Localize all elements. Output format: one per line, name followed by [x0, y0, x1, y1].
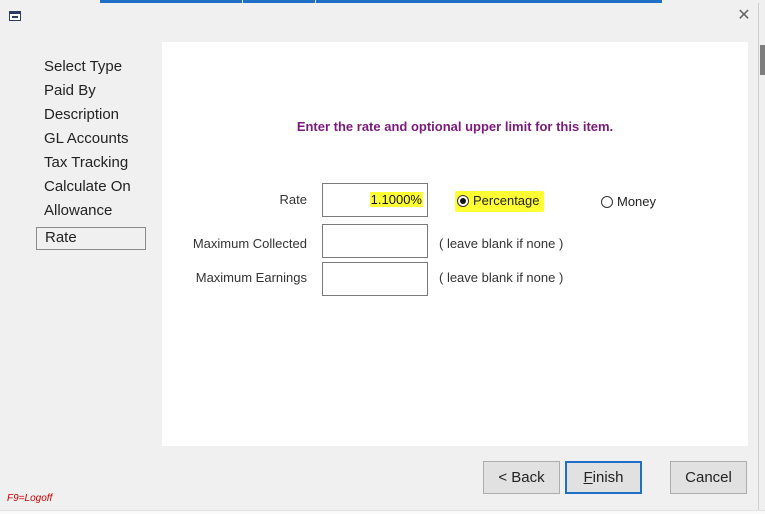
finish-mnemonic: F — [583, 469, 593, 486]
step-select-type: Select Type — [44, 58, 123, 75]
step-paid-by: Paid By — [44, 82, 96, 99]
step-tax-tracking: Tax Tracking — [44, 154, 129, 171]
cancel-button[interactable]: Cancel — [670, 461, 747, 494]
step-calculate-on: Calculate On — [44, 178, 131, 195]
step-description: Description — [44, 106, 120, 123]
radio-unchecked-icon — [601, 195, 613, 208]
money-label: Money — [617, 194, 657, 209]
max-earnings-input[interactable] — [322, 262, 428, 296]
close-icon[interactable]: ✕ — [736, 8, 752, 24]
max-earnings-label: Maximum Earnings — [195, 270, 307, 285]
money-radio[interactable]: Money — [601, 194, 656, 209]
radio-checked-icon — [457, 194, 469, 207]
max-collected-input[interactable] — [322, 224, 428, 258]
wizard-steps-list: Select Type Paid By Description GL Accou… — [36, 55, 148, 250]
percentage-radio[interactable]: Percentage — [455, 191, 544, 212]
max-earnings-hint: ( leave blank if none ) — [439, 270, 564, 285]
percentage-label: Percentage — [473, 193, 540, 208]
back-button[interactable]: < Back — [483, 461, 560, 494]
logoff-hint: F9=Logoff — [7, 493, 53, 504]
app-window-icon[interactable] — [9, 11, 21, 21]
step-rate-active: Rate — [36, 227, 146, 250]
rate-value: 1.1000% — [369, 192, 423, 207]
wizard-dialog: ✕ Select Type Paid By Description GL Acc… — [0, 3, 759, 510]
instruction-text: Enter the rate and optional upper limit … — [296, 119, 614, 134]
max-collected-label: Maximum Collected — [192, 236, 307, 251]
background-scrollbar — [760, 45, 765, 75]
finish-button[interactable]: Finish — [565, 461, 642, 494]
rate-label: Rate — [279, 192, 307, 207]
finish-label: inish — [592, 469, 624, 486]
step-allowance: Allowance — [44, 202, 113, 219]
rate-input[interactable]: 1.1000% — [322, 183, 428, 217]
step-gl-accounts: GL Accounts — [44, 130, 129, 147]
content-panel: Enter the rate and optional upper limit … — [162, 42, 748, 446]
background-taskbar-edge — [0, 510, 765, 514]
max-collected-hint: ( leave blank if none ) — [439, 236, 564, 251]
